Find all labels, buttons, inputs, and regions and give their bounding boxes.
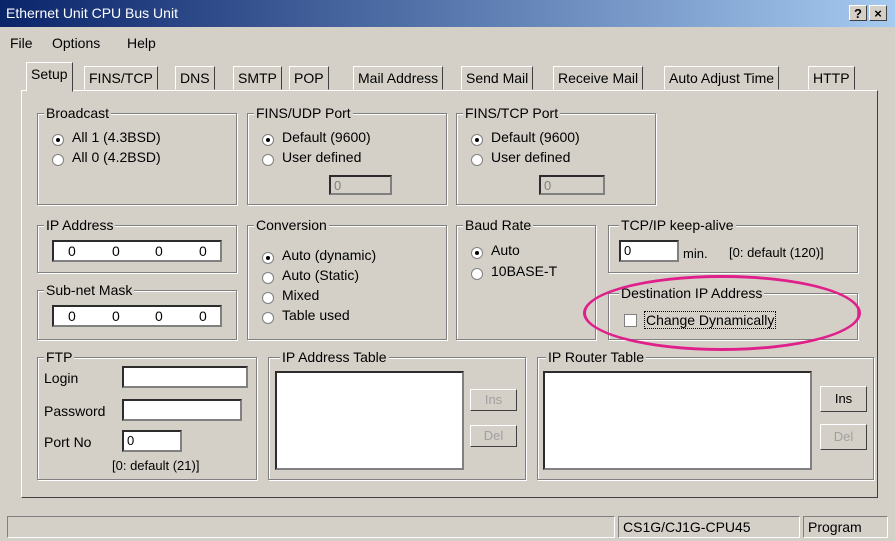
conversion-auto-static-radio[interactable] <box>262 272 274 284</box>
close-button[interactable]: × <box>869 5 887 21</box>
baud-10baset-label: 10BASE-T <box>491 263 558 279</box>
status-mode: Program <box>803 516 888 538</box>
router-table-ins-button[interactable]: Ins <box>820 386 867 412</box>
menu-file[interactable]: File <box>10 35 33 51</box>
keepalive-unit: min. <box>683 246 708 261</box>
conversion-auto-static-label: Auto (Static) <box>282 267 360 283</box>
tab-smtp[interactable]: SMTP <box>233 66 282 90</box>
broadcast-all1-radio[interactable] <box>52 134 64 146</box>
fins-tcp-port-field[interactable]: 0 <box>539 175 605 195</box>
window-title: Ethernet Unit CPU Bus Unit <box>6 5 178 21</box>
ip-address-field[interactable]: 0 0 0 0 <box>52 240 222 262</box>
broadcast-label: Broadcast <box>44 105 112 121</box>
fins-tcp-label: FINS/TCP Port <box>463 105 561 121</box>
ip-octet: 0 <box>68 243 76 259</box>
ip-octet: 0 <box>199 243 207 259</box>
router-table-del-button[interactable]: Del <box>820 424 867 450</box>
ftp-login-field[interactable] <box>122 366 248 388</box>
fins-tcp-user-radio[interactable] <box>471 154 483 166</box>
ip-address-label: IP Address <box>44 217 116 233</box>
baud-rate-label: Baud Rate <box>463 217 534 233</box>
baud-auto-label: Auto <box>491 242 520 258</box>
tab-fins-tcp[interactable]: FINS/TCP <box>84 66 158 90</box>
baud-10baset-radio[interactable] <box>471 268 483 280</box>
ftp-label: FTP <box>44 349 75 365</box>
ip-octet: 0 <box>112 243 120 259</box>
broadcast-all1-label: All 1 (4.3BSD) <box>72 129 161 145</box>
ftp-password-field[interactable] <box>122 399 242 421</box>
tab-http[interactable]: HTTP <box>808 66 855 90</box>
fins-udp-default-radio[interactable] <box>262 134 274 146</box>
baud-rate-group <box>456 225 596 340</box>
ip-address-table-label: IP Address Table <box>280 349 389 365</box>
ftp-port-field[interactable]: 0 <box>122 430 182 452</box>
keepalive-label: TCP/IP keep-alive <box>619 217 736 233</box>
ip-table-del-button[interactable]: Del <box>470 425 517 447</box>
fins-udp-port-field[interactable]: 0 <box>329 175 392 195</box>
tab-receive-mail[interactable]: Receive Mail <box>553 66 644 90</box>
ftp-port-label: Port No <box>44 434 92 450</box>
status-model: CS1G/CJ1G-CPU45 <box>618 516 800 538</box>
subnet-label: Sub-net Mask <box>44 282 135 298</box>
highlight-ellipse <box>583 275 861 351</box>
ip-router-table-label: IP Router Table <box>546 349 646 365</box>
keepalive-field[interactable]: 0 <box>619 240 679 262</box>
subnet-mask-field[interactable]: 0 0 0 0 <box>52 305 222 327</box>
conversion-auto-dynamic-label: Auto (dynamic) <box>282 247 377 263</box>
tab-setup[interactable]: Setup <box>26 62 73 92</box>
subnet-octet: 0 <box>199 308 207 324</box>
tab-send-mail[interactable]: Send Mail <box>461 66 534 90</box>
broadcast-all0-radio[interactable] <box>52 154 64 166</box>
menu-help[interactable]: Help <box>127 35 156 51</box>
fins-udp-label: FINS/UDP Port <box>254 105 353 121</box>
ftp-port-hint: [0: default (21)] <box>112 458 200 473</box>
subnet-octet: 0 <box>68 308 76 324</box>
conversion-auto-dynamic-radio[interactable] <box>262 252 274 264</box>
fins-tcp-user-label: User defined <box>491 149 571 165</box>
baud-auto-radio[interactable] <box>471 247 483 259</box>
fins-udp-default-label: Default (9600) <box>282 129 371 145</box>
ftp-password-label: Password <box>44 403 106 419</box>
tab-pop[interactable]: POP <box>289 66 329 90</box>
ip-address-table-list[interactable] <box>275 371 464 470</box>
conversion-table-radio[interactable] <box>262 312 274 324</box>
conversion-mixed-label: Mixed <box>282 287 320 303</box>
ip-router-table-list[interactable] <box>543 371 812 470</box>
menu-options[interactable]: Options <box>52 35 100 51</box>
tab-mail-address[interactable]: Mail Address <box>353 66 444 90</box>
subnet-octet: 0 <box>155 308 163 324</box>
ip-octet: 0 <box>155 243 163 259</box>
fins-udp-user-label: User defined <box>282 149 362 165</box>
help-button[interactable]: ? <box>849 5 867 21</box>
conversion-table-label: Table used <box>282 307 350 323</box>
status-pane-main <box>7 516 615 538</box>
keepalive-hint: [0: default (120)] <box>729 245 824 260</box>
ip-table-ins-button[interactable]: Ins <box>470 389 517 411</box>
fins-udp-user-radio[interactable] <box>262 154 274 166</box>
broadcast-all0-label: All 0 (4.2BSD) <box>72 149 161 165</box>
fins-tcp-default-label: Default (9600) <box>491 129 580 145</box>
tab-dns[interactable]: DNS <box>175 66 215 90</box>
conversion-label: Conversion <box>254 217 329 233</box>
subnet-octet: 0 <box>112 308 120 324</box>
tab-auto-adjust-time[interactable]: Auto Adjust Time <box>664 66 780 90</box>
conversion-mixed-radio[interactable] <box>262 292 274 304</box>
fins-tcp-default-radio[interactable] <box>471 134 483 146</box>
ftp-login-label: Login <box>44 370 79 386</box>
